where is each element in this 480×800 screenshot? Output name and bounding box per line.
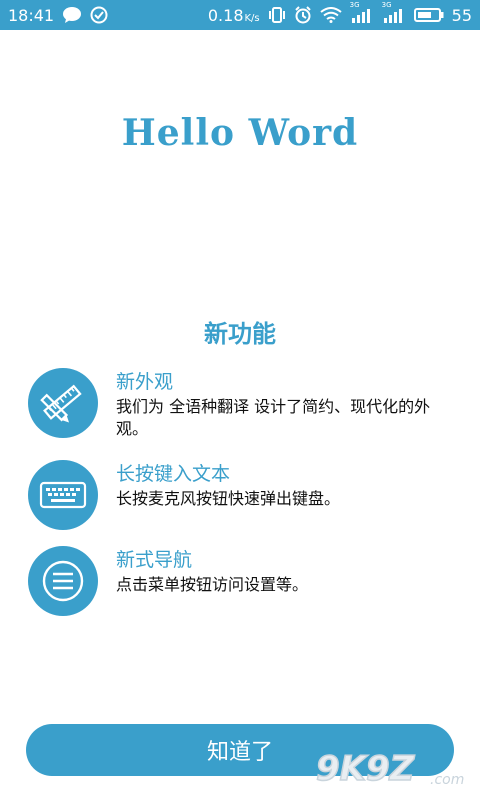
vibrate-icon: [268, 6, 286, 24]
site-watermark-logo: 9K9Z .com: [312, 746, 472, 790]
battery-level: 55: [451, 5, 472, 25]
feature-new-navigation: 新式导航 点击菜单按钮访问设置等。: [28, 546, 468, 616]
menu-icon: [28, 546, 98, 616]
check-circle-icon: [90, 6, 108, 24]
chat-bubble-icon: [62, 6, 82, 24]
feature-description: 点击菜单按钮访问设置等。: [116, 575, 309, 594]
svg-text:9K9Z: 9K9Z: [316, 749, 416, 789]
svg-text:.com: .com: [430, 772, 464, 788]
wifi-icon: [320, 7, 342, 23]
feature-description: 我们为 全语种翻译 设计了简约、现代化的外观。: [116, 397, 431, 438]
clock: 18:41: [8, 5, 55, 25]
app-title: Hello Word: [121, 112, 359, 154]
status-bar: 18:41 0.18K/s 3G 3G 55: [0, 0, 480, 30]
alarm-icon: [294, 6, 312, 24]
battery-icon: [413, 7, 444, 23]
feature-new-look: 新外观 我们为 全语种翻译 设计了简约、现代化的外观。: [28, 368, 468, 440]
signal-sim2-icon: 3G: [382, 1, 406, 23]
network-speed: 0.18K/s: [207, 5, 260, 25]
section-title: 新功能: [204, 320, 276, 348]
feature-title: 新外观: [116, 371, 174, 393]
feature-long-press-typing: 长按键入文本 长按麦克风按钮快速弹出键盘。: [28, 460, 468, 530]
signal-sim1-icon: 3G: [350, 1, 374, 23]
feature-title: 新式导航: [116, 549, 193, 571]
keyboard-icon: [28, 460, 98, 530]
pencil-ruler-icon: [28, 368, 98, 438]
feature-description: 长按麦克风按钮快速弹出键盘。: [116, 489, 341, 508]
feature-title: 长按键入文本: [116, 463, 231, 485]
